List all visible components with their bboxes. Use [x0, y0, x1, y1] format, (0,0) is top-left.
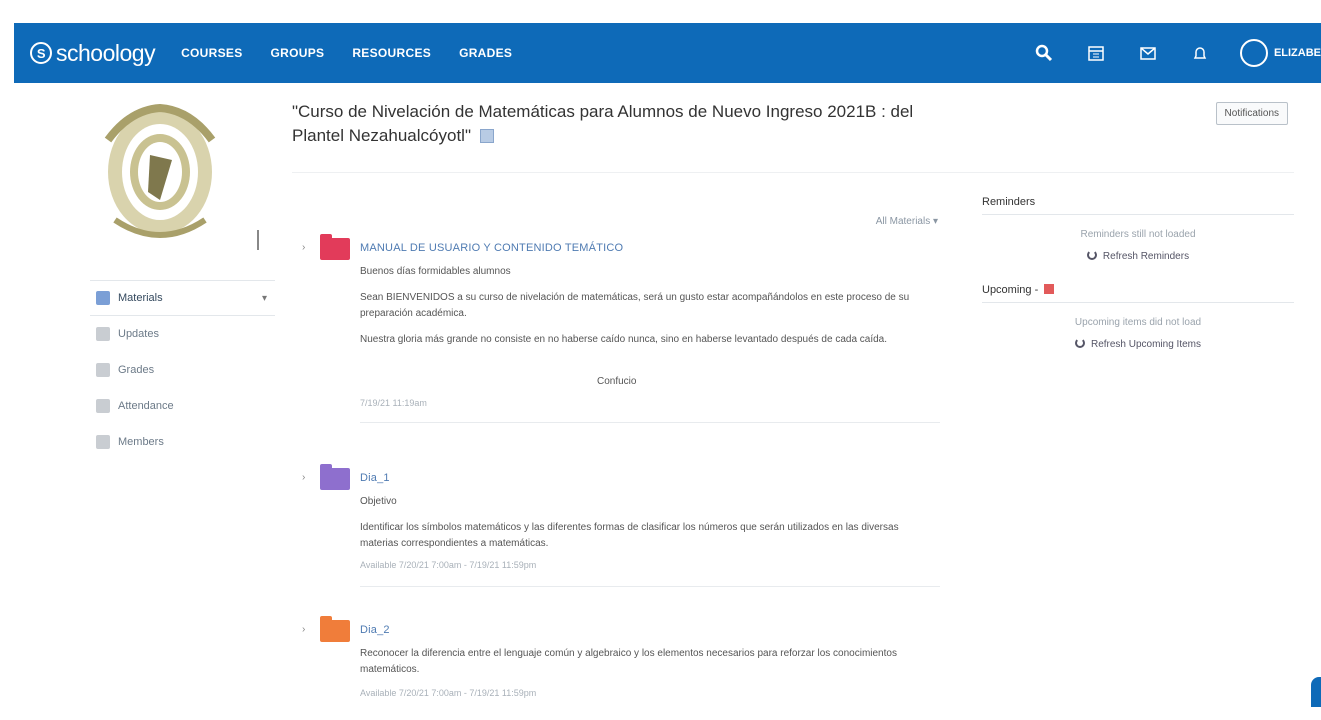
- expand-arrow-icon[interactable]: ›: [302, 624, 305, 635]
- sidebar-item-label: Grades: [118, 364, 154, 376]
- page-title: "Curso de Nivelación de Matemáticas para…: [292, 100, 932, 148]
- chevron-down-icon[interactable]: ▾: [262, 293, 267, 304]
- refresh-icon: [1075, 338, 1085, 348]
- schoology-logo[interactable]: S schoology: [30, 40, 155, 67]
- folder-date: 7/19/21 11:19am: [360, 398, 427, 408]
- materials-icon: [96, 291, 110, 305]
- sidebar-item-label: Attendance: [118, 400, 174, 412]
- refresh-icon: [1087, 250, 1097, 260]
- nav-groups[interactable]: GROUPS: [271, 46, 325, 60]
- list-item: › Dia_2 Reconocer la diferencia entre el…: [302, 620, 938, 720]
- messages-icon[interactable]: [1136, 41, 1160, 65]
- notifications-label: Notifications: [1225, 108, 1279, 119]
- sidebar-item-label: Materials: [118, 292, 163, 304]
- folder-date: Available 7/20/21 7:00am - 7/19/21 11:59…: [360, 560, 536, 570]
- folder-description: Nuestra gloria más grande no consiste en…: [360, 332, 935, 348]
- updates-icon: [96, 327, 110, 341]
- folder-icon: [320, 468, 350, 490]
- grades-icon: [96, 363, 110, 377]
- refresh-reminders-button[interactable]: Refresh Reminders: [982, 250, 1294, 262]
- upcoming-status: Upcoming items did not load: [982, 317, 1294, 328]
- sidebar-item-label: Members: [118, 436, 164, 448]
- folder-icon: [320, 238, 350, 260]
- folder-title[interactable]: MANUAL DE USUARIO Y CONTENIDO TEMÁTICO: [360, 242, 623, 254]
- reminders-heading: Reminders: [982, 196, 1294, 215]
- top-nav-bar: S schoology COURSES GROUPS RESOURCES GRA…: [14, 23, 1321, 83]
- sidebar-item-grades[interactable]: Grades: [90, 352, 275, 388]
- university-crest-image: [90, 100, 275, 260]
- course-profile-picture[interactable]: [90, 100, 275, 260]
- calendar-small-icon[interactable]: [1044, 284, 1054, 294]
- sidebar-item-materials[interactable]: Materials ▾: [90, 280, 275, 316]
- folder-title[interactable]: Dia_2: [360, 624, 390, 636]
- folder-description: Buenos días formidables alumnos: [360, 264, 935, 280]
- nav-grades[interactable]: GRADES: [459, 46, 512, 60]
- folder-description: Confucio: [597, 374, 636, 390]
- folder-description: Sean BIENVENIDOS a su curso de nivelació…: [360, 290, 935, 322]
- course-title-text: "Curso de Nivelación de Matemáticas para…: [292, 102, 913, 145]
- sidebar-item-attendance[interactable]: Attendance: [90, 388, 275, 424]
- nav-resources[interactable]: RESOURCES: [352, 46, 431, 60]
- attendance-icon: [96, 399, 110, 413]
- folder-icon: [320, 620, 350, 642]
- edit-icon[interactable]: [480, 129, 494, 143]
- main-content: "Curso de Nivelación de Matemáticas para…: [292, 100, 1294, 148]
- sidebar-item-label: Updates: [118, 328, 159, 340]
- list-item: › Dia_1 Objetivo Identificar los símbolo…: [302, 468, 938, 598]
- divider: [292, 172, 1294, 173]
- left-sidebar: Materials ▾ Updates Grades Attendance Me…: [90, 100, 275, 460]
- expand-arrow-icon[interactable]: ›: [302, 242, 305, 253]
- refresh-reminders-label: Refresh Reminders: [1103, 251, 1189, 262]
- help-tab[interactable]: [1311, 677, 1321, 707]
- calendar-icon[interactable]: [1084, 41, 1108, 65]
- upcoming-title: Upcoming -: [982, 284, 1038, 296]
- sidebar-item-members[interactable]: Members: [90, 424, 275, 460]
- divider: [360, 422, 940, 423]
- main-nav: COURSES GROUPS RESOURCES GRADES: [181, 46, 540, 60]
- user-name[interactable]: ELIZABE: [1274, 47, 1321, 59]
- folder-date: Available 7/20/21 7:00am - 7/19/21 11:59…: [360, 688, 536, 698]
- folder-description: Objetivo: [360, 494, 935, 510]
- notifications-button[interactable]: Notifications: [1216, 102, 1288, 125]
- upcoming-heading: Upcoming -: [982, 284, 1294, 303]
- schoology-logo-icon: S: [30, 42, 52, 64]
- nav-courses[interactable]: COURSES: [181, 46, 242, 60]
- sidebar-item-updates[interactable]: Updates: [90, 316, 275, 352]
- divider: [360, 586, 940, 587]
- notifications-bell-icon[interactable]: [1188, 41, 1212, 65]
- search-icon[interactable]: [1032, 41, 1056, 65]
- course-menu: Materials ▾ Updates Grades Attendance Me…: [90, 280, 275, 460]
- list-item: › MANUAL DE USUARIO Y CONTENIDO TEMÁTICO…: [302, 238, 938, 438]
- refresh-upcoming-label: Refresh Upcoming Items: [1091, 339, 1201, 350]
- refresh-upcoming-button[interactable]: Refresh Upcoming Items: [982, 338, 1294, 350]
- logo-text: schoology: [56, 40, 155, 67]
- members-icon: [96, 435, 110, 449]
- reminders-status: Reminders still not loaded: [982, 229, 1294, 240]
- all-materials-dropdown[interactable]: All Materials ▾: [876, 216, 938, 227]
- user-avatar[interactable]: [1240, 39, 1268, 67]
- folder-description: Identificar los símbolos matemáticos y l…: [360, 520, 935, 552]
- top-icons: ELIZABE: [1032, 23, 1321, 83]
- folder-title[interactable]: Dia_1: [360, 472, 390, 484]
- folder-description: Reconocer la diferencia entre el lenguaj…: [360, 646, 935, 678]
- expand-arrow-icon[interactable]: ›: [302, 472, 305, 483]
- right-panel: Reminders Reminders still not loaded Ref…: [982, 196, 1294, 350]
